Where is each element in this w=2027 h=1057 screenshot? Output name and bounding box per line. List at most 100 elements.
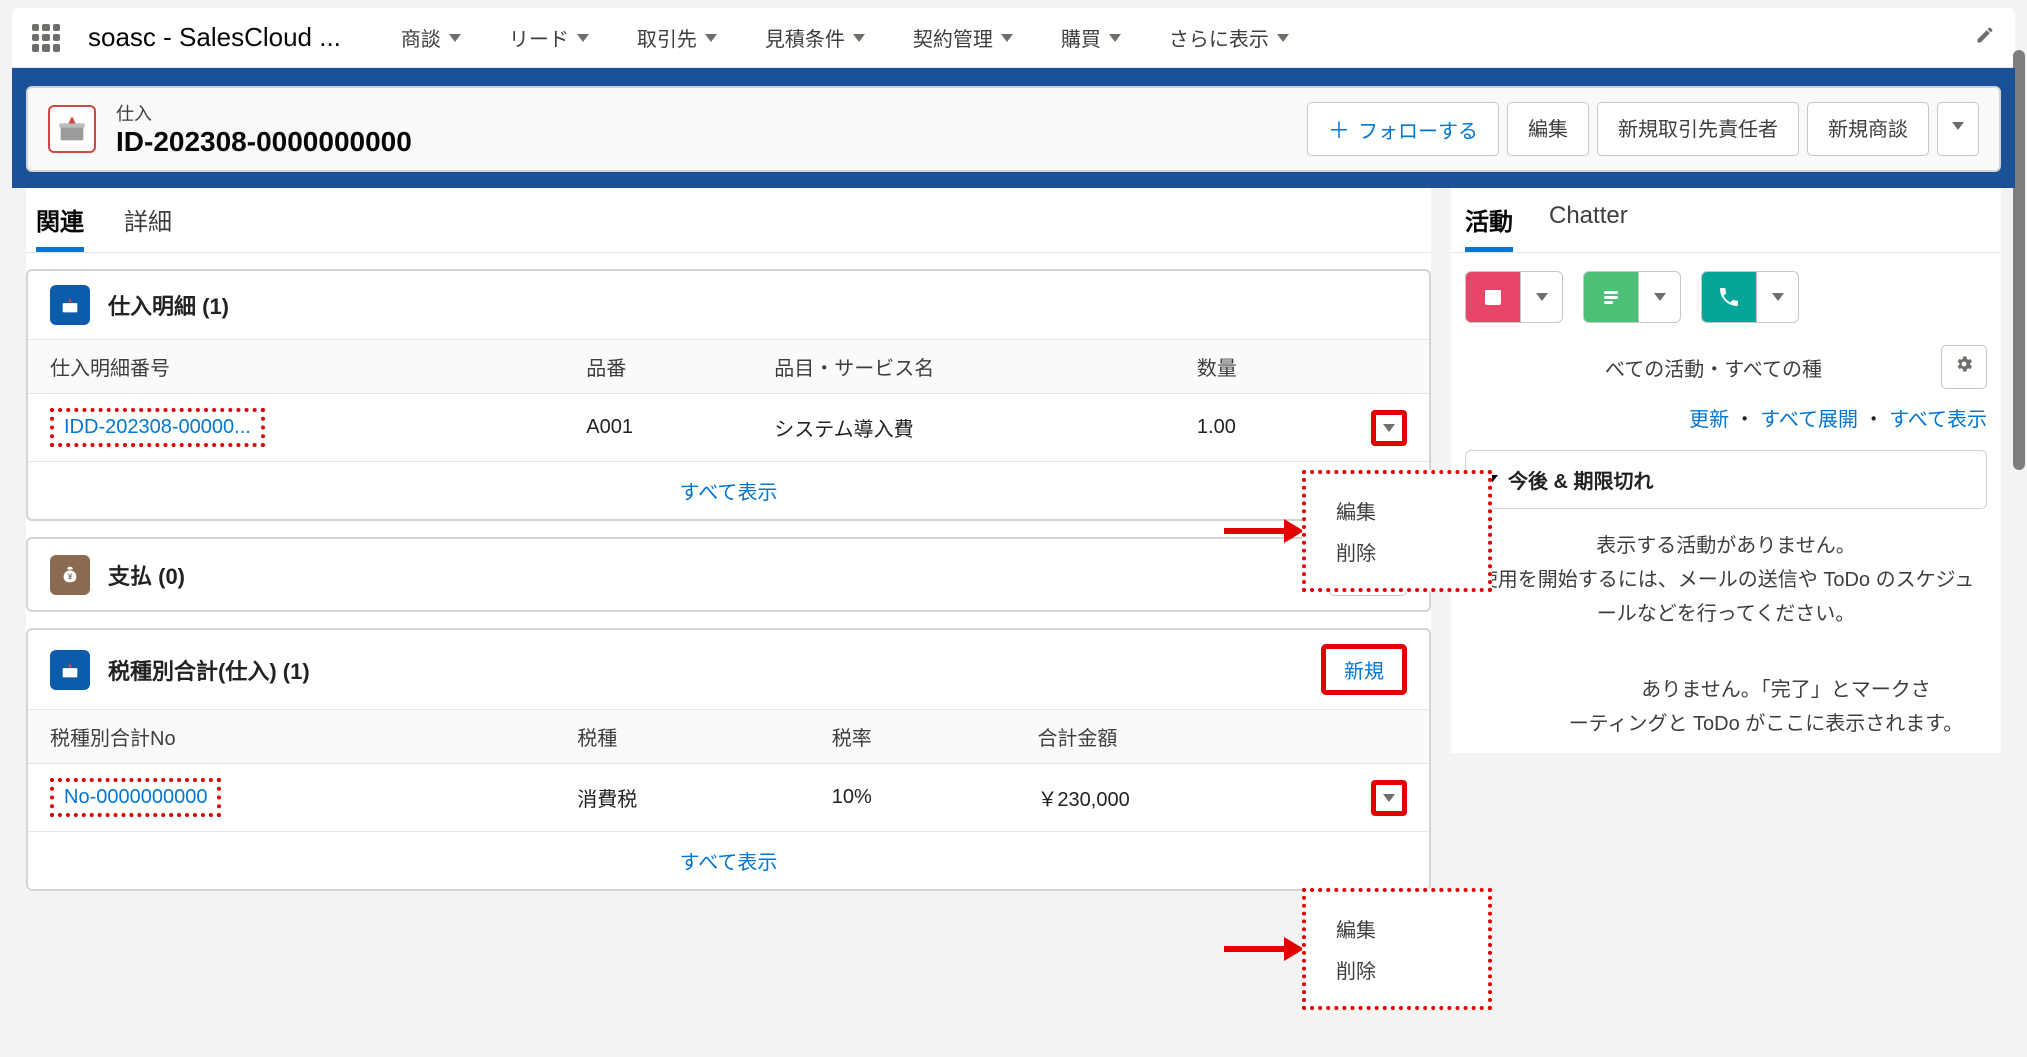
nav-label: 契約管理 [913,23,993,52]
related-title: 仕入明細 (1) [108,289,229,321]
menu-delete[interactable]: 削除 [1336,531,1458,572]
task-menu-button[interactable] [1639,271,1681,323]
new-contact-button[interactable]: 新規取引先責任者 [1597,102,1799,156]
refresh-link[interactable]: 更新 [1689,409,1729,431]
record-name: ID-202308-0000000000 [116,126,412,158]
svg-text:¥: ¥ [68,572,73,581]
record-link[interactable]: IDD-202308-00000... [50,408,265,447]
nav-item-purchase[interactable]: 購買 [1061,23,1121,52]
new-event-button[interactable] [1465,271,1521,323]
col-header: 品目・サービス名 [752,340,1175,394]
nav-item-quote[interactable]: 見積条件 [765,23,865,52]
view-all-link[interactable]: すべて表示 [28,461,1429,519]
nav-item-opportunity[interactable]: 商談 [401,23,461,52]
related-icon: ¥ [50,555,90,595]
record-object-label: 仕入 [116,100,412,126]
chevron-down-icon [449,34,461,42]
chevron-down-icon [853,34,865,42]
annotation-arrow [1224,528,1284,534]
filter-text: べての活動・すべての種 [1605,353,1822,382]
view-all-link[interactable]: すべて表示 [28,831,1429,889]
related-card-detail-lines: 仕入明細 (1) 仕入明細番号 品番 品目・サービス名 数量 IDD-20230… [26,269,1431,521]
task-icon [1599,285,1623,309]
empty-line: 表示する活動がありません。 [1471,529,1981,563]
new-task-button[interactable] [1583,271,1639,323]
chevron-down-icon [1109,34,1121,42]
view-all-link[interactable]: すべて表示 [1889,409,1987,431]
table-row: No-0000000000 消費税 10% ￥230,000 [28,764,1429,832]
chevron-down-icon [1277,34,1289,42]
follow-button[interactable]: ＋ フォローする [1307,102,1499,156]
chevron-down-icon [1952,122,1964,130]
tab-chatter[interactable]: Chatter [1549,202,1628,252]
moneybag-icon: ¥ [59,564,81,586]
activity-tabs: 活動 Chatter [1451,188,2001,253]
col-header: 仕入明細番号 [28,340,564,394]
col-header: 数量 [1175,340,1349,394]
call-menu-button[interactable] [1757,271,1799,323]
chevron-down-icon [1772,293,1784,301]
related-card-tax-totals: 税種別合計(仕入) (1) 新規 税種別合計No 税種 税率 合計金額 No-0… [26,628,1431,891]
chevron-down-icon [705,34,717,42]
menu-edit[interactable]: 編集 [1336,908,1458,949]
tab-related[interactable]: 関連 [36,202,84,252]
global-nav: soasc - SalesCloud ... 商談 リード 取引先 見積条件 契… [12,8,2015,68]
cell-amount: ￥230,000 [1015,764,1349,832]
record-icon [48,105,96,153]
cell-rate: 10% [810,764,1016,832]
more-actions-button[interactable] [1937,102,1979,156]
log-call-button[interactable] [1701,271,1757,323]
record-header-band: 仕入 ID-202308-0000000000 ＋ フォローする 編集 新規取引先… [12,68,2015,188]
nav-label: 見積条件 [765,23,845,52]
edit-button[interactable]: 編集 [1507,102,1589,156]
expand-all-link[interactable]: すべて展開 [1760,409,1858,431]
nav-item-contract[interactable]: 契約管理 [913,23,1013,52]
edit-nav-button[interactable] [1975,25,1995,50]
activity-links: 更新 ・ すべて展開 ・ すべて表示 [1451,393,2001,442]
nav-item-lead[interactable]: リード [509,23,589,52]
tab-activity[interactable]: 活動 [1465,202,1513,252]
nav-label: 購買 [1061,23,1101,52]
row-actions-button[interactable] [1371,410,1407,446]
related-icon [50,285,90,325]
col-header: 税種 [555,710,810,764]
empty-line: 使用を開始するには、メールの送信や ToDo のスケジュールなどを行ってください… [1471,563,1981,631]
cell-code: A001 [564,394,752,462]
chevron-down-icon [577,34,589,42]
button-label: フォローする [1358,115,1478,144]
phone-icon [1717,285,1741,309]
basket-icon [59,659,81,681]
tab-detail[interactable]: 詳細 [124,202,172,252]
col-header: 税種別合計No [28,710,555,764]
nav-item-more[interactable]: さらに表示 [1169,23,1289,52]
cell-item: システム導入費 [752,394,1175,462]
chevron-down-icon [1536,293,1548,301]
col-header: 合計金額 [1015,710,1349,764]
empty-line: ーティングと ToDo がここに表示されます。 [1551,707,1981,741]
nav-label: 取引先 [637,23,697,52]
settings-button[interactable] [1941,345,1987,389]
record-link[interactable]: No-0000000000 [50,778,221,817]
row-actions-button[interactable] [1371,780,1407,816]
new-opportunity-button[interactable]: 新規商談 [1807,102,1929,156]
record-tabs: 関連 詳細 [26,188,1431,253]
chevron-down-icon [1383,424,1395,432]
col-header: 品番 [564,340,752,394]
menu-edit[interactable]: 編集 [1336,490,1458,531]
menu-delete[interactable]: 削除 [1336,949,1458,990]
collapse-toggle[interactable]: 今後 & 期限切れ [1484,465,1968,494]
related-icon [50,650,90,690]
col-header: 税率 [810,710,1016,764]
event-menu-button[interactable] [1521,271,1563,323]
related-title: 支払 (0) [108,559,185,591]
cell-kind: 消費税 [555,764,810,832]
nav-item-account[interactable]: 取引先 [637,23,717,52]
row-menu-popup: 編集 削除 [1302,888,1492,1010]
related-title: 税種別合計(仕入) (1) [108,654,310,686]
empty-line: ありません。「完了」とマークさ [1591,673,1981,707]
pencil-icon [1975,25,1995,45]
app-launcher-icon[interactable] [32,24,60,52]
plus-icon: ＋ [1328,113,1350,145]
new-button[interactable]: 新規 [1321,644,1407,695]
row-menu-popup: 編集 削除 [1302,470,1492,592]
